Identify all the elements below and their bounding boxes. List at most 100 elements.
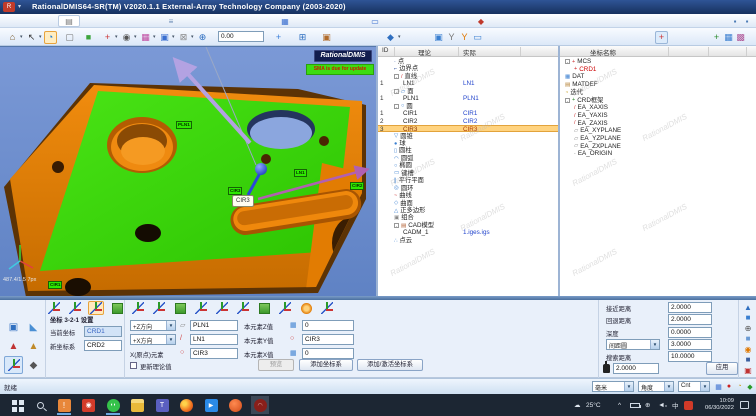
coord-row[interactable]: -+CRD框架	[560, 97, 756, 104]
delete-icon[interactable]: ⊠▾	[177, 30, 194, 44]
probe-tip-icon[interactable]: ▲	[741, 302, 755, 312]
feature-row[interactable]: ◇曲面	[378, 200, 558, 207]
taskbar-search-icon[interactable]	[31, 396, 49, 414]
counterbore-circle[interactable]	[107, 117, 177, 173]
coord-row[interactable]: /EA_ZAXIS	[560, 120, 756, 127]
coord-row[interactable]: ▦DAT	[560, 73, 756, 80]
feature-filter-icon-caret[interactable]: ▾	[398, 34, 401, 40]
coord-method-3-icon[interactable]	[88, 301, 104, 315]
feature-row[interactable]: ▯圆柱	[378, 147, 558, 154]
delete-icon-caret[interactable]: ▾	[191, 34, 194, 40]
document-tab[interactable]: ≡	[160, 15, 182, 27]
taskbar-file-explorer-icon[interactable]	[129, 396, 147, 414]
coord-system-icon[interactable]: +	[655, 30, 668, 44]
zoom-fit-icon[interactable]: ⊞	[296, 30, 309, 44]
spacing-circle-dropdown[interactable]: 间距圆▼	[606, 339, 660, 350]
home-icon-caret[interactable]: ▾	[20, 34, 23, 40]
coord-method-4-icon[interactable]	[109, 301, 125, 315]
chevron-down-icon[interactable]: ▼	[166, 321, 175, 330]
coord-image-icon[interactable]: ▩	[734, 30, 747, 44]
feature-row[interactable]: 3CIR3CIR3	[378, 125, 558, 132]
feature-row[interactable]: ▣组合	[378, 214, 558, 221]
chevron-down-icon[interactable]: ▼	[624, 382, 633, 391]
new-coord-field[interactable]: CRD2	[84, 340, 122, 351]
expander-icon[interactable]: -	[565, 98, 570, 103]
direction-dropdown[interactable]: +X方向▼	[130, 334, 176, 345]
expander-icon[interactable]: -	[394, 104, 399, 109]
coord-method-14-icon[interactable]	[319, 301, 335, 315]
through-hole-blue[interactable]	[247, 110, 315, 149]
expander-icon[interactable]: -	[565, 59, 570, 64]
coord-row[interactable]: ▤MATDEF	[560, 81, 756, 88]
coord-method-5-icon[interactable]	[130, 301, 146, 315]
select-cursor-icon-caret[interactable]: ▾	[39, 34, 42, 40]
minimize-strip-icon[interactable]: ▪	[730, 15, 740, 27]
coord-row[interactable]: /EA_XAXIS	[560, 104, 756, 111]
coord-method-8-icon[interactable]	[193, 301, 209, 315]
coord-method-11-icon[interactable]	[256, 301, 272, 315]
feature-row[interactable]: ⌐边界点	[378, 65, 558, 72]
value-field[interactable]: 0	[302, 348, 354, 359]
coord-row[interactable]: ▱EA_ZXPLANE	[560, 143, 756, 150]
feature-row[interactable]: 1CIR1CIR1	[378, 110, 558, 117]
filter-funnel-icon[interactable]: Y	[445, 30, 458, 44]
marquee-select-icon[interactable]: ▢	[63, 30, 76, 44]
render-mode-icon[interactable]: ▦▾	[139, 30, 156, 44]
value-field[interactable]: 0	[302, 320, 354, 331]
view-eye-icon[interactable]: ◉▾	[120, 30, 137, 44]
feature-row[interactable]: 1PLN1PLN1	[378, 95, 558, 102]
rotate-view-icon[interactable]: ◔	[44, 30, 57, 44]
taskbar-security-shield-icon[interactable]: ◉	[80, 396, 98, 414]
feature-row[interactable]: ∥平行平面	[378, 177, 558, 184]
view-eye-icon-caret[interactable]: ▾	[134, 34, 137, 40]
feature-row[interactable]: 2CIR2CIR2	[378, 118, 558, 125]
cad-red-icon[interactable]: ▣	[741, 365, 755, 375]
cube-dark-icon[interactable]: ■	[741, 355, 755, 365]
taskbar-firefox-icon[interactable]	[178, 396, 196, 414]
zoom-window-icon[interactable]: ⊕	[196, 30, 209, 44]
preview-button[interactable]: 预览	[258, 359, 294, 371]
axis-triad-icon[interactable]: +▾	[101, 30, 118, 44]
fixture-icon[interactable]: ▲	[24, 337, 43, 355]
select-cursor-icon[interactable]: ↖▾	[25, 30, 42, 44]
feature-cube-icon[interactable]: ▣	[432, 30, 445, 44]
coord-method-9-icon[interactable]	[214, 301, 230, 315]
machine-tool-icon[interactable]: ◆	[24, 356, 43, 374]
feature-label-cir3[interactable]: CIR3	[228, 187, 242, 195]
feature-filter-icon[interactable]: ◆▾	[384, 30, 401, 44]
probe-value-field[interactable]: 2.0000	[613, 363, 659, 374]
expander-icon[interactable]: -	[394, 89, 399, 94]
coord-method-10-icon[interactable]	[235, 301, 251, 315]
taskbar-browser-planet-icon[interactable]	[227, 396, 245, 414]
axis-triad-icon-caret[interactable]: ▾	[115, 34, 118, 40]
zoom-small-icon[interactable]: ⊕	[741, 323, 755, 333]
probe-model-icon[interactable]: ▣	[4, 318, 23, 336]
current-coord-field[interactable]: CRD1	[84, 326, 122, 337]
coord-method-2-icon[interactable]	[67, 301, 83, 315]
chevron-down-icon[interactable]: ▼	[166, 335, 175, 344]
snapshot-icon-caret[interactable]: ▾	[172, 34, 175, 40]
feature-row[interactable]: -○圆	[378, 103, 558, 110]
feature-row[interactable]: ∴点云	[378, 237, 558, 244]
coord-method-12-icon[interactable]	[277, 301, 293, 315]
element-field[interactable]: PLN1	[190, 320, 238, 331]
snapshot-icon[interactable]: ▣▾	[158, 30, 175, 44]
app-icon[interactable]: R	[3, 2, 15, 12]
add-activate-coord-button[interactable]: 添加/激活坐标系	[357, 359, 423, 371]
cube-light-icon[interactable]: ■	[741, 334, 755, 344]
element-field[interactable]: CIR3	[190, 348, 238, 359]
coord-row[interactable]: ▱EA_XYPLANE	[560, 127, 756, 134]
unit-angle-dropdown[interactable]: 角度▼	[638, 381, 674, 392]
taskbar-messenger-plane-icon[interactable]: ▶	[202, 396, 220, 414]
zoom-value-input[interactable]: 0.00	[218, 31, 264, 42]
multi-view-icon[interactable]: ▣	[320, 30, 333, 44]
3d-viewport[interactable]: RationalDMIS SMA is due for update PLN1L…	[0, 46, 376, 296]
taskbar-rationaldmis-icon[interactable]: ◠	[251, 396, 269, 414]
chevron-down-icon[interactable]: ▼	[650, 340, 659, 349]
record-icon[interactable]: ●	[725, 382, 734, 391]
feature-row[interactable]: 1LN1LN1	[378, 80, 558, 87]
coord-row[interactable]: ·EA_ORIGIN	[560, 150, 756, 157]
volume-muted-icon[interactable]: ◄x	[658, 394, 667, 416]
chevron-down-icon[interactable]: ▼	[664, 382, 673, 391]
expand-strip-icon[interactable]: ▪	[742, 15, 752, 27]
